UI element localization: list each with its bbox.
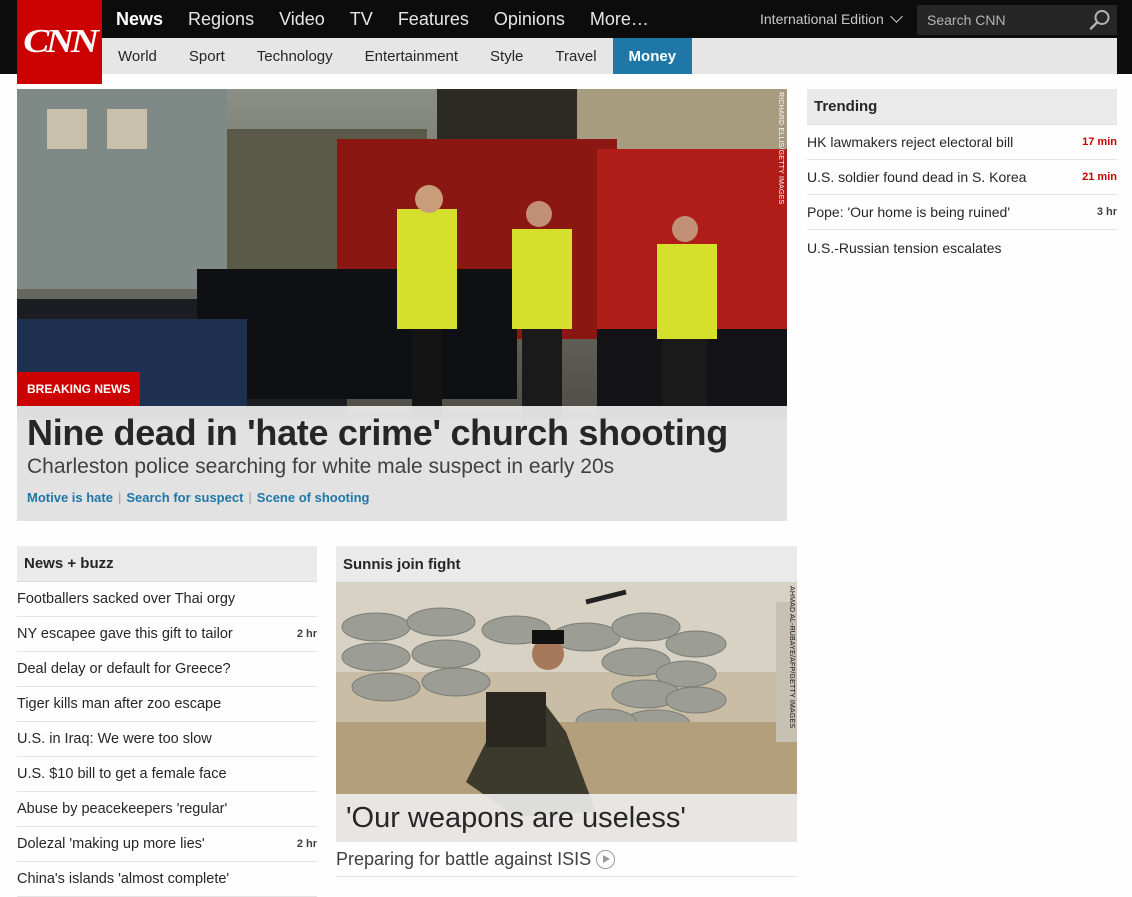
chevron-down-icon bbox=[889, 10, 903, 23]
list-item-text[interactable]: Abuse by peacekeepers 'regular' bbox=[17, 801, 227, 817]
nav-item-opinions[interactable]: Opinions bbox=[494, 9, 565, 30]
list-item[interactable]: Tiger kills man after zoo escape bbox=[17, 687, 317, 722]
nav-item-more[interactable]: More… bbox=[590, 9, 649, 30]
main-nav: News Regions Video TV Features Opinions … bbox=[116, 0, 674, 38]
search-icon[interactable] bbox=[1089, 9, 1111, 31]
trending-item[interactable]: U.S.-Russian tension escalates bbox=[807, 230, 1117, 265]
breaking-news-badge: BREAKING NEWS bbox=[17, 372, 141, 406]
list-item-text[interactable]: U.S. in Iraq: We were too slow bbox=[17, 731, 212, 747]
photo-credit: AHMAD AL-RUBAYE/AFP/GETTY IMAGES bbox=[788, 586, 795, 729]
list-item-text[interactable]: China's islands 'almost complete' bbox=[17, 871, 229, 887]
hero-related-links: Motive is hate | Search for suspect | Sc… bbox=[27, 490, 369, 505]
sunnis-photo-container[interactable]: AHMAD AL-RUBAYE/AFP/GETTY IMAGES 'Our we… bbox=[336, 582, 797, 842]
news-buzz-title: News + buzz bbox=[17, 546, 317, 582]
related-link[interactable]: Scene of shooting bbox=[257, 490, 370, 505]
sunnis-caption[interactable]: 'Our weapons are useless' bbox=[336, 794, 797, 842]
search-input[interactable] bbox=[917, 12, 1082, 28]
list-item[interactable]: Footballers sacked over Thai orgy bbox=[17, 582, 317, 617]
nav-item-video[interactable]: Video bbox=[279, 9, 325, 30]
section-technology[interactable]: Technology bbox=[241, 38, 349, 74]
section-world[interactable]: World bbox=[102, 38, 173, 74]
list-item-text[interactable]: Tiger kills man after zoo escape bbox=[17, 696, 221, 712]
edition-selector[interactable]: International Edition bbox=[760, 0, 903, 38]
section-style[interactable]: Style bbox=[474, 38, 539, 74]
trending-item-time: 3 hr bbox=[1096, 206, 1117, 218]
nav-item-regions[interactable]: Regions bbox=[188, 9, 254, 30]
link-separator: | bbox=[248, 490, 252, 505]
nav-item-news[interactable]: News bbox=[116, 9, 163, 30]
related-link[interactable]: Search for suspect bbox=[126, 490, 243, 505]
section-sport[interactable]: Sport bbox=[173, 38, 241, 74]
sunnis-video-link[interactable]: Preparing for battle against ISIS bbox=[336, 842, 797, 877]
trending-item-text[interactable]: Pope: 'Our home is being ruined' bbox=[807, 204, 1010, 220]
trending-item-text[interactable]: U.S. soldier found dead in S. Korea bbox=[807, 169, 1026, 185]
nav-item-features[interactable]: Features bbox=[398, 9, 469, 30]
related-link[interactable]: Motive is hate bbox=[27, 490, 113, 505]
trending-item[interactable]: HK lawmakers reject electoral bill 17 mi… bbox=[807, 125, 1117, 160]
trending-item-text[interactable]: U.S.-Russian tension escalates bbox=[807, 240, 1002, 256]
trending-item-time: 21 min bbox=[1082, 171, 1117, 183]
list-item[interactable]: U.S. in Iraq: We were too slow bbox=[17, 722, 317, 757]
link-separator: | bbox=[117, 490, 122, 505]
trending-panel: Trending HK lawmakers reject electoral b… bbox=[807, 89, 1117, 265]
section-nav: World Sport Technology Entertainment Sty… bbox=[102, 38, 693, 74]
nav-item-tv[interactable]: TV bbox=[350, 9, 373, 30]
photo-credit: RICHARD ELLIS/GETTY IMAGES bbox=[777, 92, 784, 205]
hero-subhead[interactable]: Charleston police searching for white ma… bbox=[27, 455, 614, 479]
section-travel[interactable]: Travel bbox=[539, 38, 612, 74]
play-icon[interactable] bbox=[596, 849, 616, 869]
sunnis-link-text[interactable]: Preparing for battle against ISIS bbox=[336, 849, 591, 870]
hero-text-panel: Nine dead in 'hate crime' church shootin… bbox=[17, 406, 787, 521]
section-money[interactable]: Money bbox=[612, 38, 693, 74]
sunnis-story-panel: Sunnis join fight AHMAD AL-RUBAYE/AFP/GE… bbox=[336, 546, 797, 877]
list-item-time: 2 hr bbox=[296, 838, 317, 850]
news-buzz-panel: News + buzz Footballers sacked over Thai… bbox=[17, 546, 317, 897]
section-entertainment[interactable]: Entertainment bbox=[349, 38, 474, 74]
list-item-text[interactable]: Deal delay or default for Greece? bbox=[17, 661, 231, 677]
trending-title: Trending bbox=[807, 89, 1117, 125]
list-item[interactable]: Dolezal 'making up more lies' 2 hr bbox=[17, 827, 317, 862]
trending-item-time: 17 min bbox=[1082, 136, 1117, 148]
cnn-logo[interactable]: CNN bbox=[17, 0, 102, 84]
hero-headline[interactable]: Nine dead in 'hate crime' church shootin… bbox=[27, 412, 728, 454]
list-item-text[interactable]: NY escapee gave this gift to tailor bbox=[17, 626, 233, 642]
trending-item[interactable]: Pope: 'Our home is being ruined' 3 hr bbox=[807, 195, 1117, 230]
trending-item-text[interactable]: HK lawmakers reject electoral bill bbox=[807, 134, 1013, 150]
list-item[interactable]: Abuse by peacekeepers 'regular' bbox=[17, 792, 317, 827]
list-item[interactable]: China's islands 'almost complete' bbox=[17, 862, 317, 897]
list-item-text[interactable]: Dolezal 'making up more lies' bbox=[17, 836, 205, 852]
list-item[interactable]: NY escapee gave this gift to tailor 2 hr bbox=[17, 617, 317, 652]
list-item-text[interactable]: U.S. $10 bill to get a female face bbox=[17, 766, 227, 782]
list-item-time: 2 hr bbox=[296, 628, 317, 640]
edition-label: International Edition bbox=[760, 11, 884, 27]
search-box bbox=[917, 5, 1117, 35]
list-item[interactable]: Deal delay or default for Greece? bbox=[17, 652, 317, 687]
trending-item[interactable]: U.S. soldier found dead in S. Korea 21 m… bbox=[807, 160, 1117, 195]
hero-story[interactable]: RICHARD ELLIS/GETTY IMAGES BREAKING NEWS… bbox=[17, 89, 787, 521]
sunnis-title: Sunnis join fight bbox=[336, 546, 797, 582]
logo-text: CNN bbox=[23, 23, 99, 60]
list-item[interactable]: U.S. $10 bill to get a female face bbox=[17, 757, 317, 792]
list-item-text[interactable]: Footballers sacked over Thai orgy bbox=[17, 591, 235, 607]
